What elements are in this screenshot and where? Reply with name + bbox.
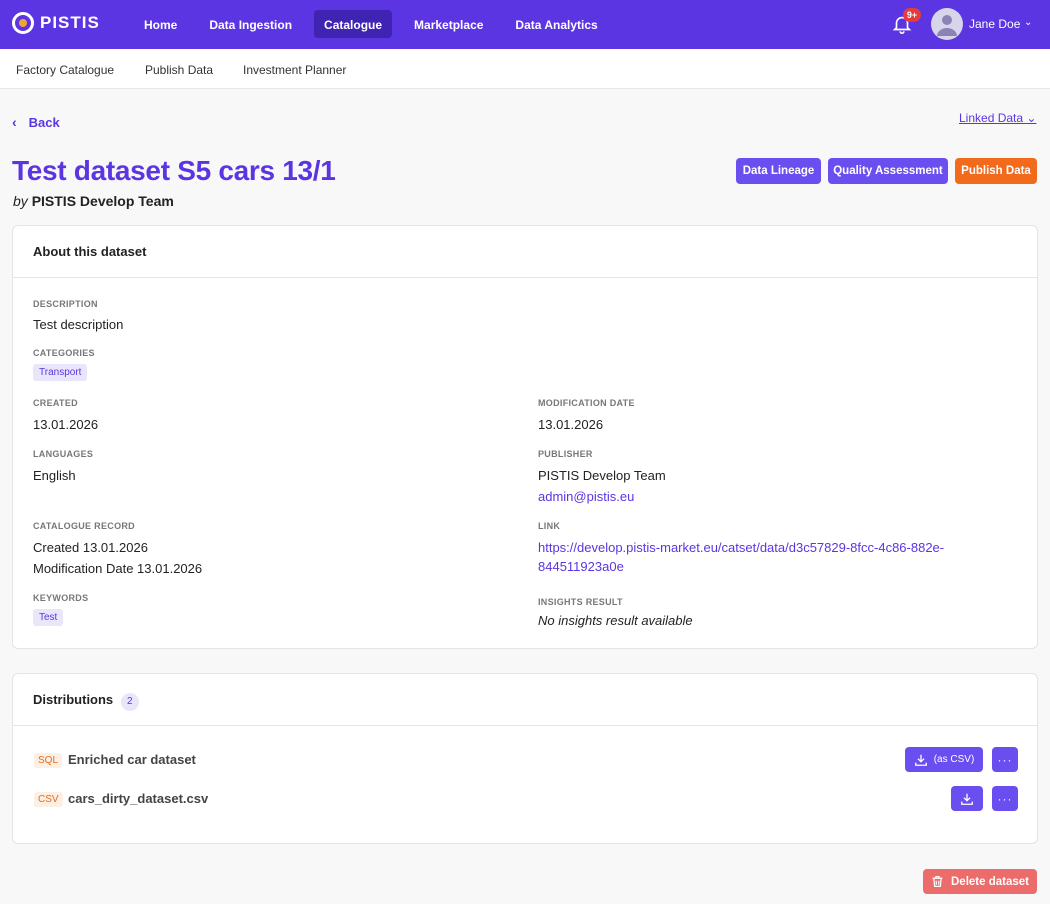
created-label: CREATED	[33, 398, 78, 408]
data-lineage-button[interactable]: Data Lineage	[736, 158, 821, 184]
linked-data-label: Linked Data	[959, 111, 1024, 125]
app-logo[interactable]: PISTIS	[12, 12, 100, 34]
back-link[interactable]: ‹ Back	[12, 114, 60, 130]
category-chip[interactable]: Transport	[33, 364, 88, 381]
nav-home[interactable]: Home	[134, 10, 187, 38]
description-value: Test description	[33, 317, 124, 332]
trash-icon	[932, 876, 943, 887]
description-label: DESCRIPTION	[33, 299, 98, 309]
top-navbar: PISTIS Home Data Ingestion Catalogue Mar…	[0, 0, 1050, 49]
chevron-left-icon: ‹	[12, 114, 17, 130]
nav-data-ingestion[interactable]: Data Ingestion	[199, 10, 302, 38]
chevron-down-icon[interactable]: ⌄	[1024, 17, 1032, 28]
byline: by PISTIS Develop Team	[13, 193, 174, 209]
insights-value: No insights result available	[538, 613, 693, 628]
delete-dataset-label: Delete dataset	[951, 875, 1029, 888]
publish-data-button[interactable]: Publish Data	[955, 158, 1037, 184]
ellipsis-icon: ···	[997, 791, 1013, 806]
publisher-email-link[interactable]: admin@pistis.eu	[538, 489, 634, 504]
insights-label: INSIGHTS RESULT	[538, 597, 623, 607]
download-icon	[914, 754, 927, 766]
format-badge: SQL	[34, 753, 63, 768]
nav-marketplace[interactable]: Marketplace	[404, 10, 493, 38]
more-options-button[interactable]: ···	[992, 747, 1018, 772]
user-name[interactable]: Jane Doe	[969, 17, 1020, 31]
sub-nav: Factory Catalogue Publish Data Investmen…	[0, 49, 1050, 89]
keywords-label: KEYWORDS	[33, 593, 89, 603]
download-csv-button[interactable]: (as CSV)	[905, 747, 983, 772]
about-dataset-card: About this dataset DESCRIPTION Test desc…	[12, 225, 1038, 649]
subnav-investment-planner[interactable]: Investment Planner	[243, 63, 346, 77]
publisher-name: PISTIS Develop Team	[538, 468, 666, 483]
byline-prefix: by	[13, 193, 28, 209]
record-created: Created 13.01.2026	[33, 540, 148, 555]
download-icon	[961, 793, 973, 805]
format-badge: CSV	[34, 792, 63, 807]
language-value: English	[33, 468, 76, 483]
created-value: 13.01.2026	[33, 417, 99, 432]
distributions-card: Distributions 2 SQL Enriched car dataset…	[12, 673, 1038, 844]
catalogue-record-label: CATALOGUE RECORD	[33, 521, 135, 531]
download-button[interactable]	[951, 786, 983, 811]
byline-author: PISTIS Develop Team	[31, 193, 174, 209]
about-dataset-heading: About this dataset	[13, 226, 1037, 278]
distributions-title: Distributions	[33, 692, 114, 707]
languages-label: LANGUAGES	[33, 449, 94, 459]
logo-text: PISTIS	[40, 13, 100, 32]
modification-value: 13.01.2026	[538, 417, 604, 432]
main-nav: Home Data Ingestion Catalogue Marketplac…	[134, 10, 620, 38]
keyword-chip[interactable]: Test	[33, 609, 64, 626]
user-avatar[interactable]	[931, 8, 963, 40]
record-modified: Modification Date 13.01.2026	[33, 561, 203, 576]
publisher-label: PUBLISHER	[538, 449, 593, 459]
categories-label: CATEGORIES	[33, 348, 95, 358]
subnav-publish-data[interactable]: Publish Data	[145, 63, 213, 77]
linked-data-dropdown[interactable]: Linked Data ⌄	[959, 111, 1036, 125]
page-title: Test dataset S5 cars 13/1	[12, 155, 336, 186]
download-format-label: (as CSV)	[933, 754, 975, 765]
dataset-link-line1[interactable]: https://develop.pistis-market.eu/catset/…	[538, 540, 944, 555]
nav-data-analytics[interactable]: Data Analytics	[505, 10, 607, 38]
distribution-name[interactable]: cars_dirty_dataset.csv	[68, 791, 208, 806]
subnav-factory-catalogue[interactable]: Factory Catalogue	[16, 63, 114, 77]
distributions-heading: Distributions 2	[13, 674, 1037, 726]
modification-label: MODIFICATION DATE	[538, 398, 635, 408]
more-options-button[interactable]: ···	[992, 786, 1018, 811]
distributions-count-badge: 2	[120, 693, 139, 711]
logo-icon	[12, 12, 34, 34]
dataset-link-line2[interactable]: 844511923a0e	[538, 559, 624, 574]
quality-assessment-button[interactable]: Quality Assessment	[828, 158, 948, 184]
nav-catalogue[interactable]: Catalogue	[314, 10, 393, 38]
chevron-down-icon: ⌄	[1026, 111, 1037, 125]
notifications-badge: 9+	[903, 8, 921, 22]
back-label: Back	[28, 114, 60, 130]
distribution-name[interactable]: Enriched car dataset	[68, 752, 196, 767]
ellipsis-icon: ···	[997, 752, 1013, 767]
delete-dataset-button[interactable]: Delete dataset	[923, 869, 1037, 894]
link-label: LINK	[538, 521, 561, 531]
